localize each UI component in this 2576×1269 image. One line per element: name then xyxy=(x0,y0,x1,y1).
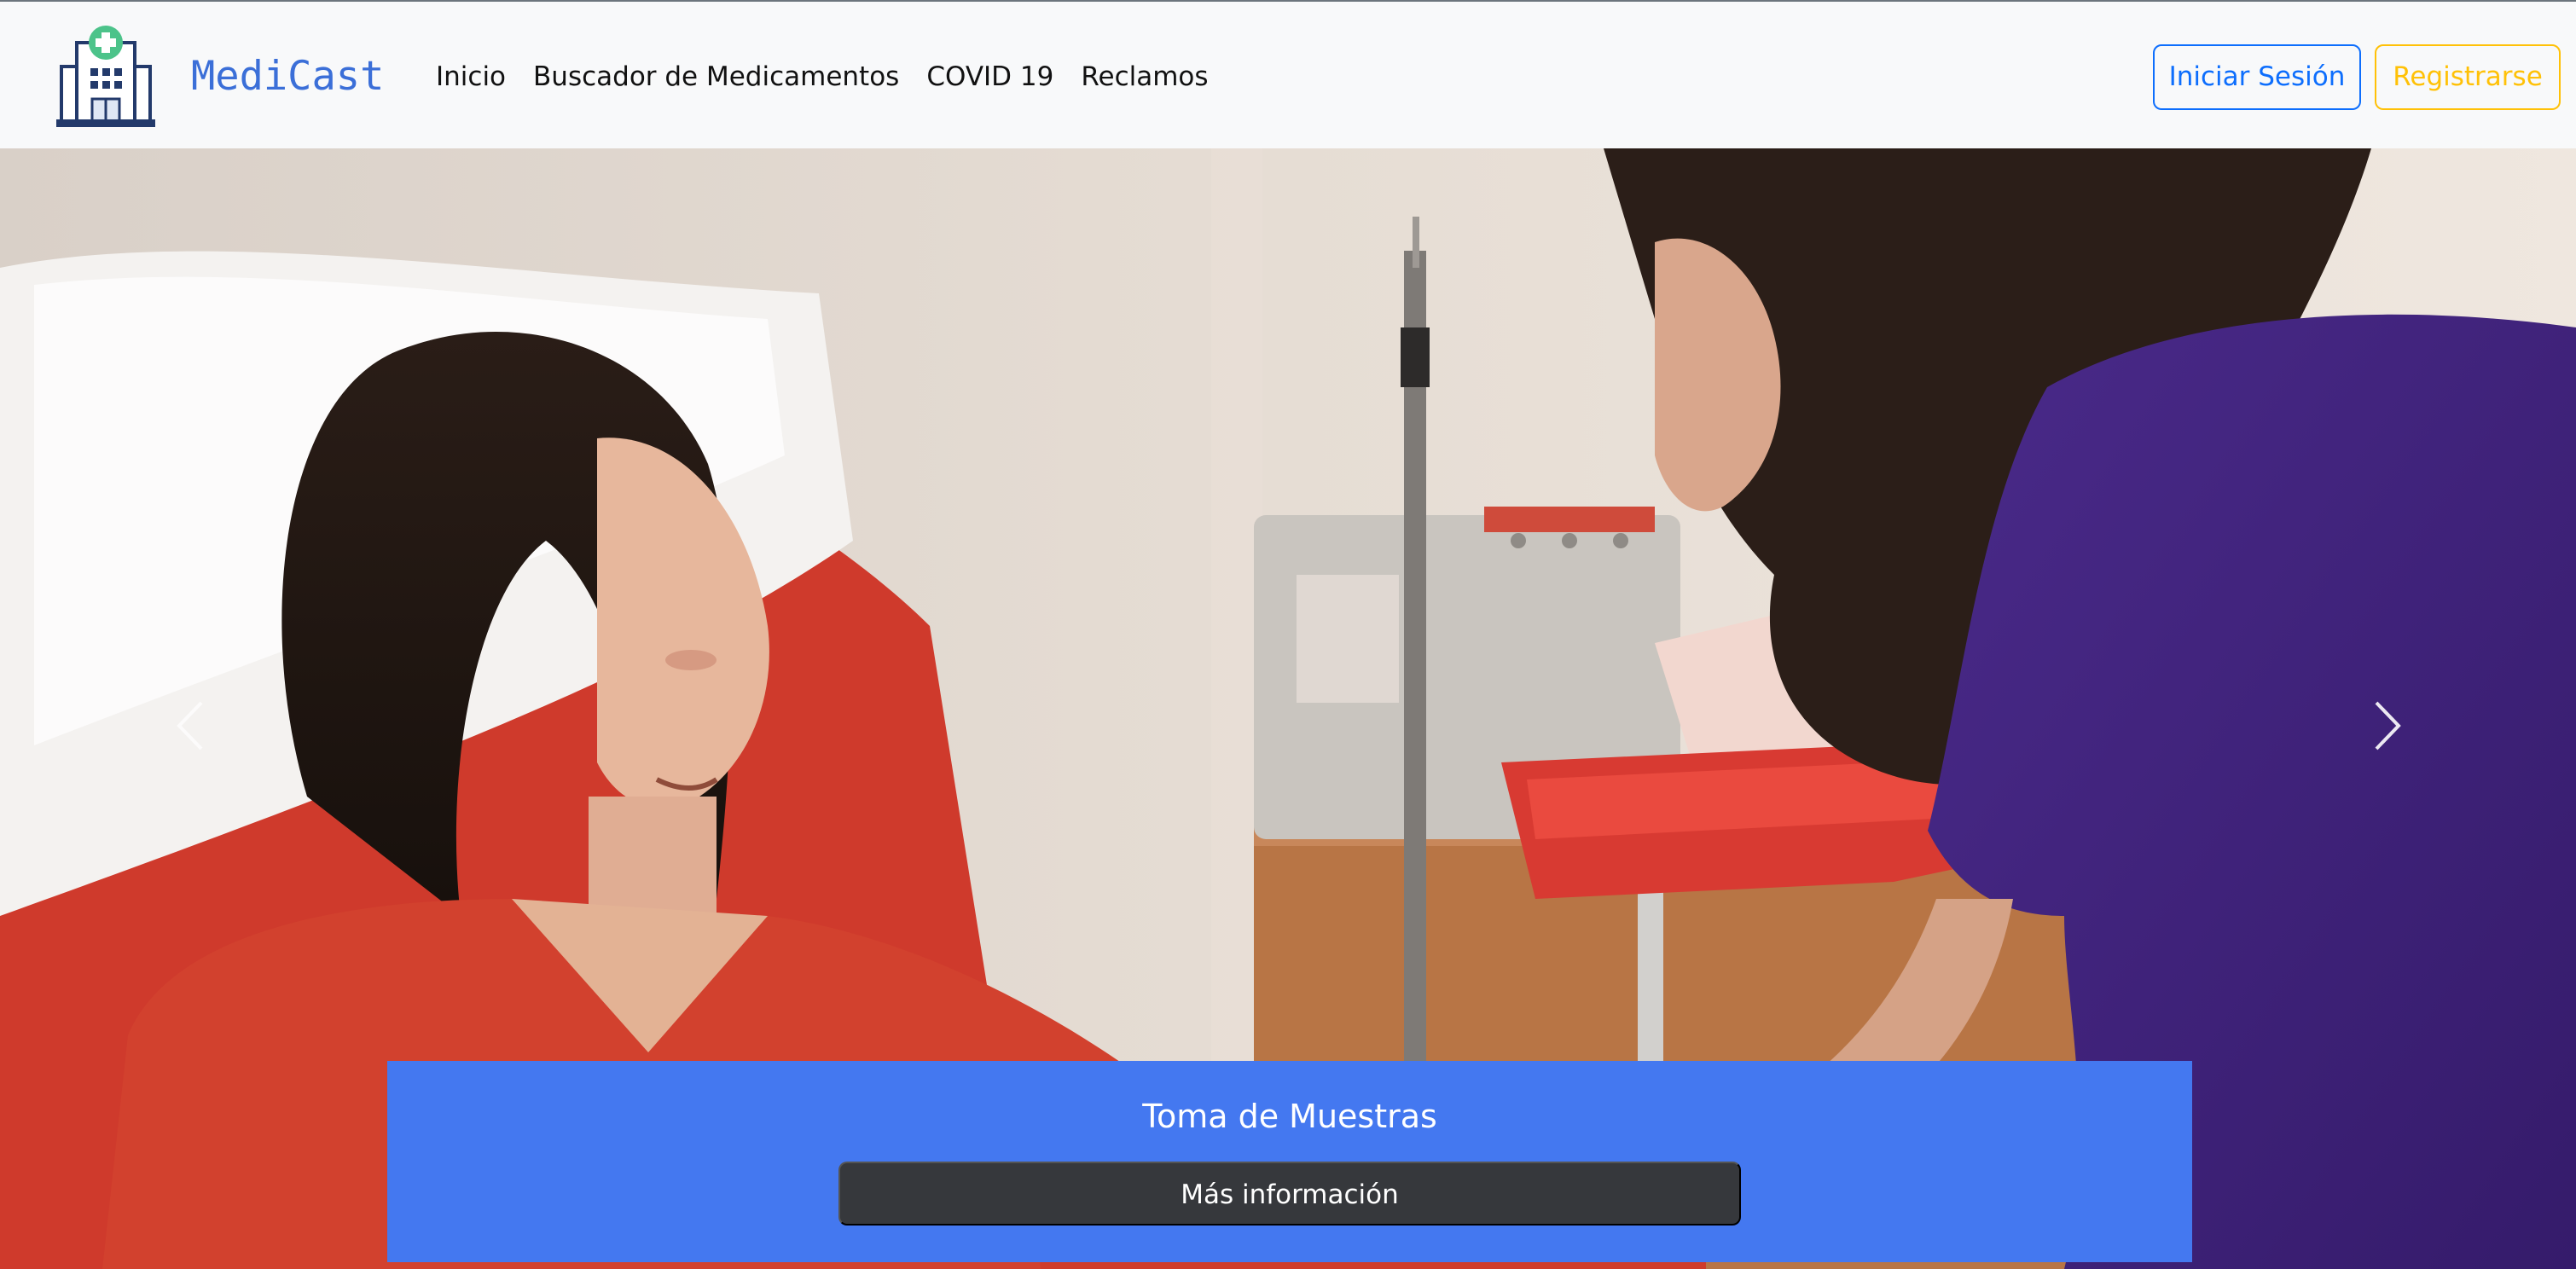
carousel-prev-button[interactable] xyxy=(154,687,230,764)
nav-link-reclamos[interactable]: Reclamos xyxy=(1081,56,1208,97)
nav-link-inicio[interactable]: Inicio xyxy=(436,56,506,97)
carousel-next-button[interactable] xyxy=(2347,687,2424,764)
chevron-left-icon xyxy=(177,701,203,750)
main-nav: Inicio Buscador de Medicamentos COVID 19… xyxy=(436,56,1209,97)
more-info-button[interactable]: Más información xyxy=(838,1162,1741,1226)
hospital-logo-icon[interactable] xyxy=(55,24,157,130)
brand-name[interactable]: MediCast xyxy=(191,51,384,102)
login-button[interactable]: Iniciar Sesión xyxy=(2153,44,2361,110)
slide-title: Toma de Muestras xyxy=(1142,1098,1437,1135)
navbar: MediCast Inicio Buscador de Medicamentos… xyxy=(0,0,2576,148)
page: MediCast Inicio Buscador de Medicamentos… xyxy=(0,0,2576,1269)
nav-link-covid-19[interactable]: COVID 19 xyxy=(926,56,1053,97)
carousel-caption: Toma de Muestras Más información xyxy=(387,1061,2192,1262)
register-button[interactable]: Registrarse xyxy=(2375,44,2561,110)
nav-link-buscador-medicamentos[interactable]: Buscador de Medicamentos xyxy=(533,56,899,97)
chevron-right-icon xyxy=(2375,701,2401,750)
hero-carousel: Toma de Muestras Más información xyxy=(0,148,2576,1269)
